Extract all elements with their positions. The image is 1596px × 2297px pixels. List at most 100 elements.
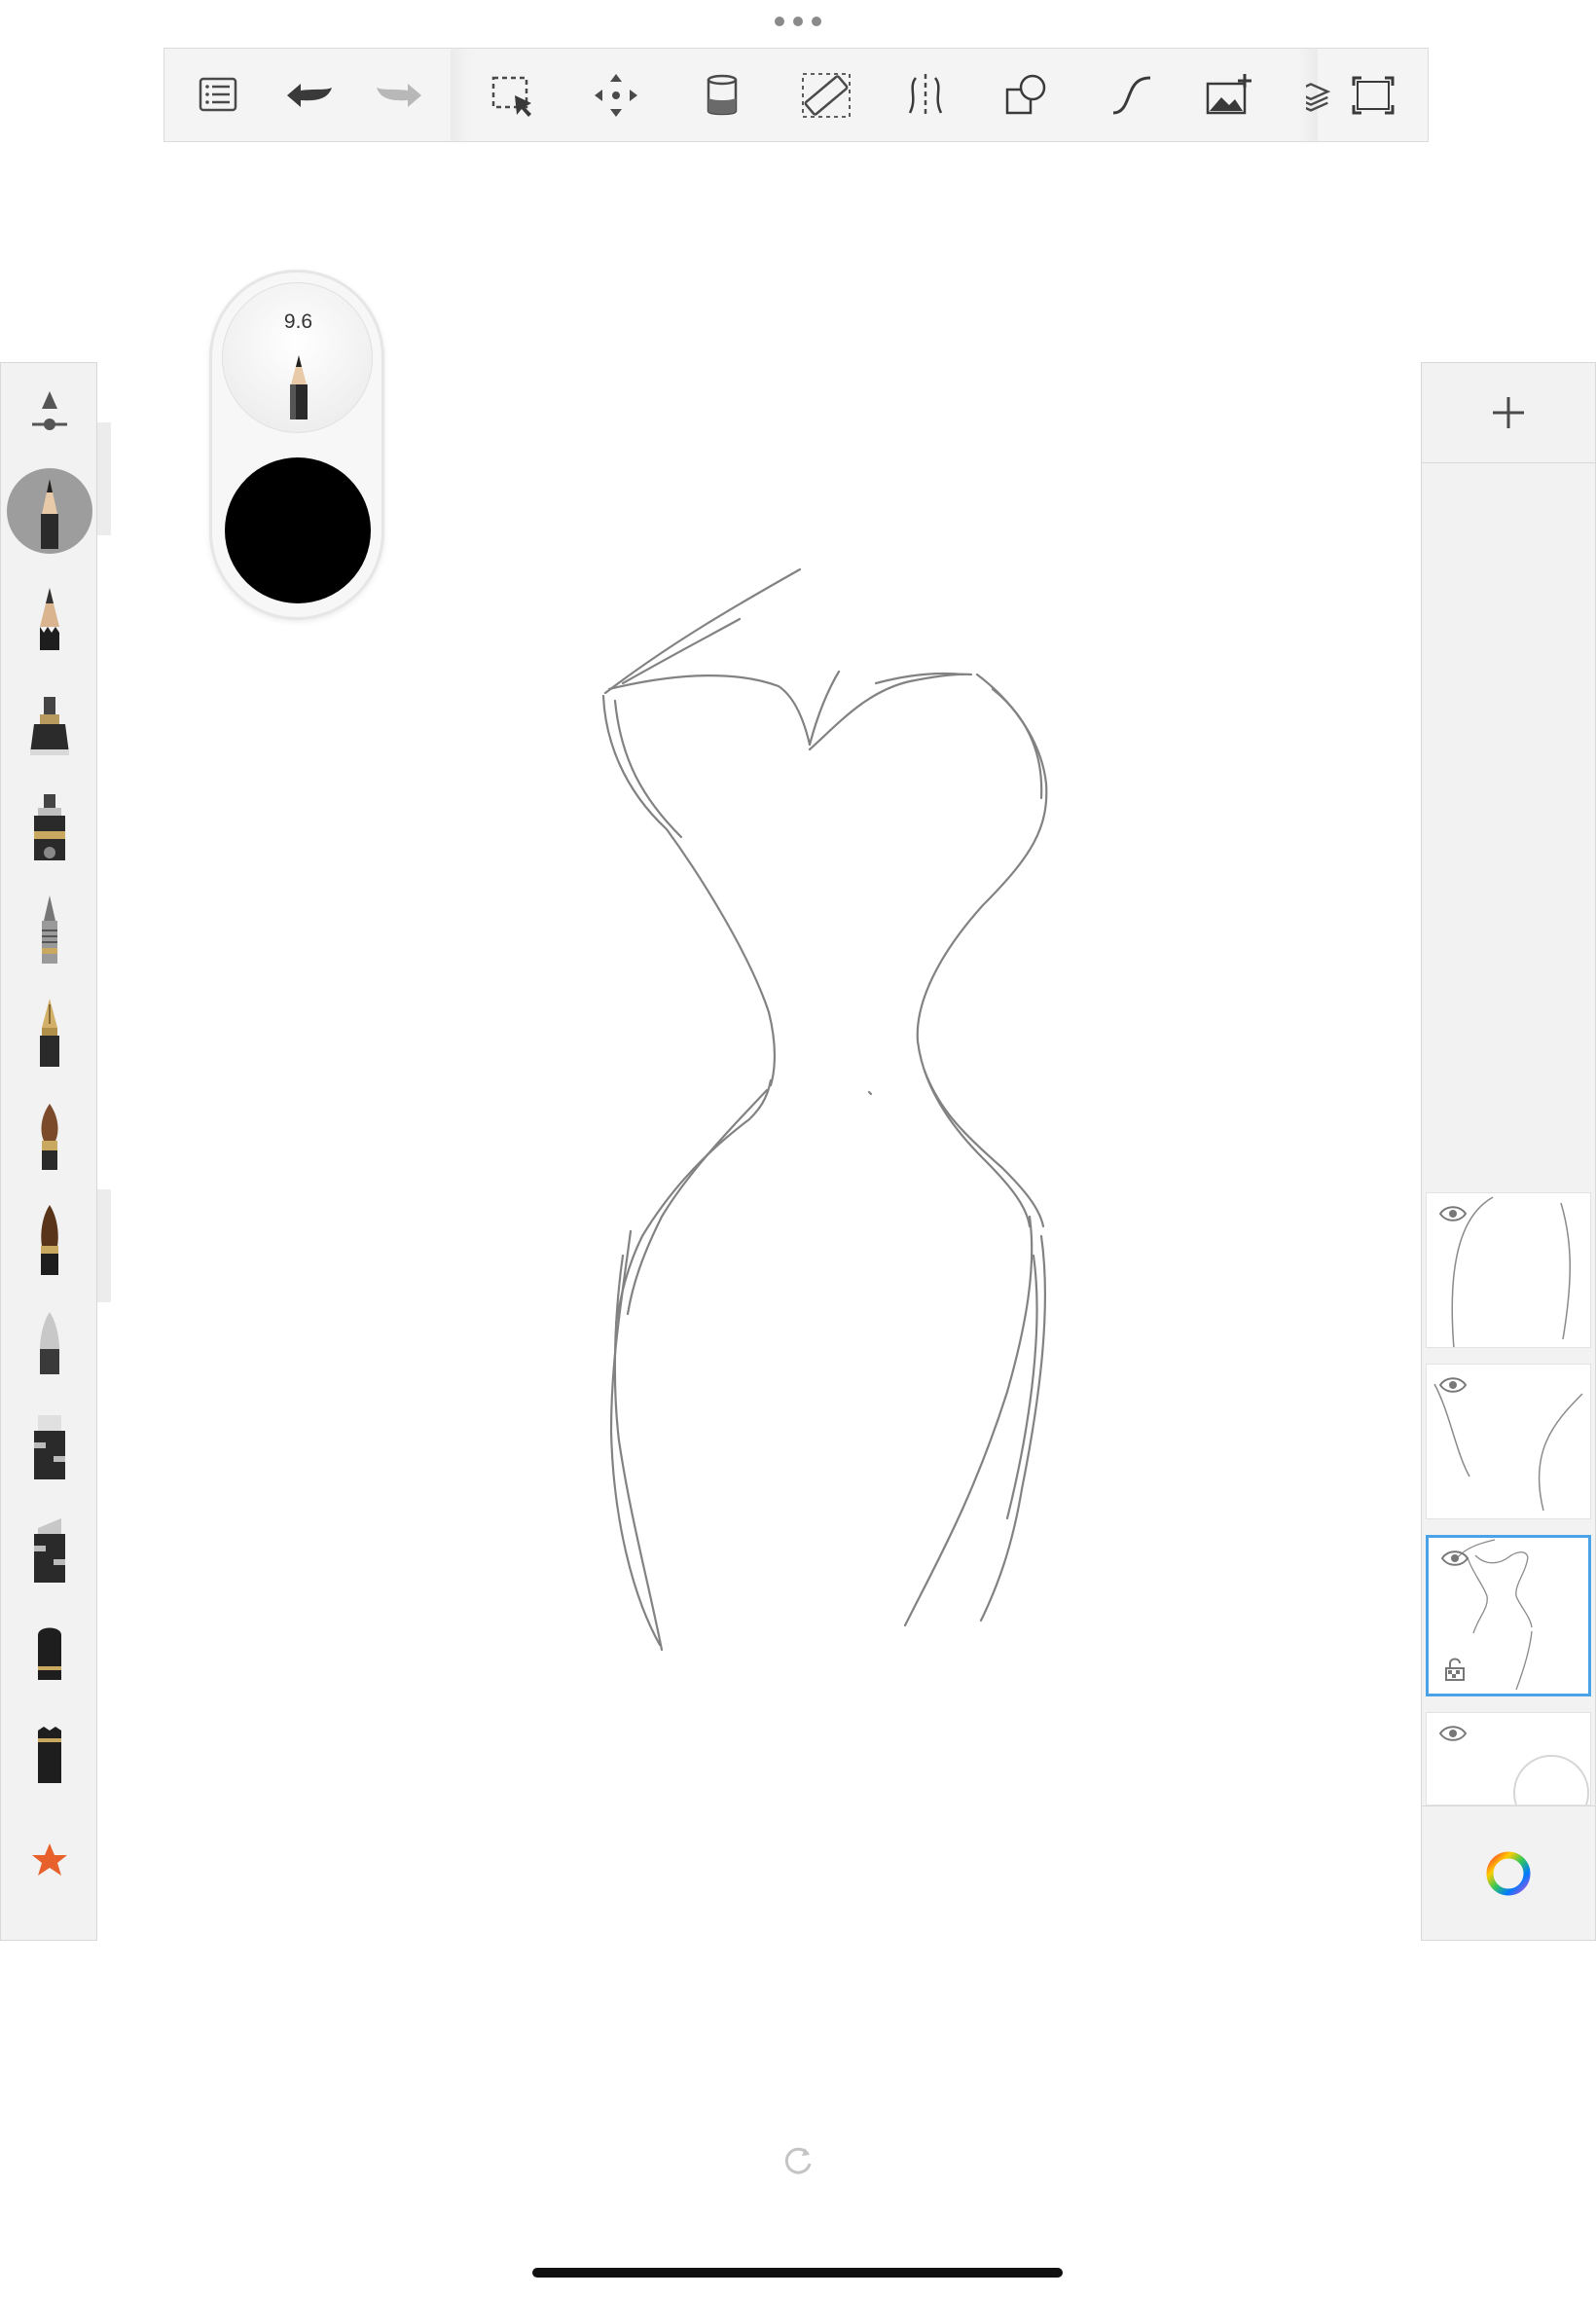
star-icon bbox=[32, 1843, 67, 1876]
lock-transparency-icon[interactable] bbox=[1444, 1657, 1466, 1682]
fill-button[interactable] bbox=[693, 66, 751, 125]
undo-button[interactable] bbox=[279, 66, 338, 125]
shapes-button[interactable] bbox=[998, 66, 1056, 125]
background-layer-thumbnail[interactable] bbox=[1426, 1712, 1591, 1805]
toolbar-overflow-item[interactable] bbox=[1306, 66, 1335, 125]
stroke-button[interactable] bbox=[1102, 66, 1160, 125]
brush-fountain-pen[interactable] bbox=[1, 982, 98, 1085]
sketch-stroke bbox=[923, 1069, 1045, 1228]
sketch-stroke bbox=[614, 1078, 773, 1326]
sketch-stroke bbox=[979, 1234, 1046, 1622]
eraser-icon bbox=[38, 1627, 61, 1680]
ruler-icon bbox=[802, 73, 851, 118]
marker-icon bbox=[30, 697, 69, 755]
brush-settings-button[interactable] bbox=[1, 363, 98, 466]
color-editor-button[interactable] bbox=[1422, 1805, 1595, 1941]
home-indicator[interactable] bbox=[532, 2268, 1063, 2278]
toolbar-separator bbox=[451, 49, 470, 141]
brush-ballpoint[interactable] bbox=[1, 879, 98, 982]
brush-chisel[interactable] bbox=[1, 1395, 98, 1498]
brush-color-puck[interactable] bbox=[225, 457, 371, 603]
brush-marker[interactable] bbox=[1, 673, 98, 776]
sketch-stroke bbox=[613, 1254, 664, 1652]
redo-arrow-icon bbox=[377, 84, 421, 107]
sketch-stroke bbox=[808, 673, 973, 751]
handle-dot bbox=[812, 17, 821, 26]
favorites-brushes-button[interactable] bbox=[1, 1807, 98, 1911]
chisel-icon bbox=[34, 1415, 65, 1479]
menu-button[interactable] bbox=[189, 66, 247, 125]
selection-icon bbox=[491, 76, 531, 117]
add-image-button[interactable] bbox=[1200, 66, 1258, 125]
toolbar-drag-handle[interactable] bbox=[775, 17, 821, 28]
sketch-stroke bbox=[916, 673, 1048, 1228]
brush-paint-brush[interactable] bbox=[1, 1085, 98, 1188]
brush-palette bbox=[0, 362, 97, 1941]
selection-button[interactable] bbox=[484, 66, 542, 125]
color-wheel-icon bbox=[1486, 1851, 1531, 1896]
sync-spinner-icon bbox=[784, 2147, 812, 2174]
brush-chisel-2[interactable] bbox=[1, 1498, 98, 1601]
brush-size-puck[interactable]: 9.6 bbox=[222, 282, 373, 433]
layer-thumbnail[interactable] bbox=[1426, 1192, 1591, 1348]
pencil-icon bbox=[40, 588, 59, 650]
pencil-icon bbox=[290, 355, 308, 419]
brush-eraser-2[interactable] bbox=[1, 1704, 98, 1807]
brush-panel-grip[interactable] bbox=[97, 1189, 111, 1302]
eraser-icon bbox=[38, 1727, 61, 1783]
list-icon bbox=[199, 77, 237, 112]
ink-pen-icon bbox=[34, 794, 65, 860]
main-toolbar bbox=[163, 48, 1429, 142]
brush-ink-pen[interactable] bbox=[1, 776, 98, 879]
sketch-stroke bbox=[1005, 1254, 1038, 1520]
sketch-stroke bbox=[607, 675, 812, 747]
brush-airbrush[interactable] bbox=[1, 1292, 98, 1395]
eye-icon[interactable] bbox=[1440, 1548, 1469, 1569]
brush-pencil-selected[interactable] bbox=[1, 460, 98, 564]
handle-dot bbox=[793, 17, 803, 26]
brush-size-value: 9.6 bbox=[283, 310, 313, 333]
layer-thumbnail-selected[interactable] bbox=[1426, 1535, 1591, 1696]
fill-bucket-icon bbox=[707, 74, 738, 116]
add-layer-button[interactable] bbox=[1422, 363, 1595, 463]
brush-preview-puck[interactable]: 9.6 bbox=[209, 270, 384, 620]
layer-editor bbox=[1421, 362, 1596, 1941]
symmetry-button[interactable] bbox=[896, 66, 955, 125]
ruler-button[interactable] bbox=[797, 66, 855, 125]
plus-icon bbox=[1493, 397, 1524, 428]
fullscreen-icon bbox=[1352, 76, 1395, 115]
sketch-stroke bbox=[601, 694, 777, 1087]
brush-pencil-2[interactable] bbox=[1, 569, 98, 673]
ballpoint-icon bbox=[42, 895, 57, 964]
layers-icon bbox=[1306, 83, 1331, 112]
eye-icon[interactable] bbox=[1438, 1203, 1468, 1224]
undo-arrow-icon bbox=[287, 84, 332, 107]
eye-icon[interactable] bbox=[1438, 1723, 1468, 1744]
fullscreen-button[interactable] bbox=[1344, 66, 1402, 125]
curve-icon bbox=[1112, 76, 1151, 115]
sketch-stroke bbox=[903, 1215, 1034, 1627]
sketch-stroke bbox=[867, 1090, 873, 1096]
brush-paint-brush-2[interactable] bbox=[1, 1188, 98, 1292]
sketch-stroke bbox=[613, 699, 683, 839]
sketch-stroke bbox=[874, 672, 965, 685]
add-image-icon bbox=[1206, 74, 1251, 115]
paint-brush-icon bbox=[41, 1205, 58, 1275]
redo-button[interactable] bbox=[371, 66, 429, 125]
transform-button[interactable] bbox=[587, 66, 645, 125]
sketch-stroke bbox=[808, 670, 841, 747]
eye-icon[interactable] bbox=[1438, 1374, 1468, 1396]
sketch-stroke bbox=[626, 1088, 769, 1316]
shapes-icon bbox=[1005, 74, 1046, 115]
fountain-pen-icon bbox=[40, 999, 59, 1067]
brush-eraser[interactable] bbox=[1, 1601, 98, 1704]
symmetry-icon bbox=[908, 74, 943, 117]
move-icon bbox=[595, 74, 637, 117]
brush-settings-icon bbox=[32, 391, 67, 430]
brush-panel-grip[interactable] bbox=[97, 422, 111, 535]
pencil-icon bbox=[41, 479, 58, 549]
airbrush-icon bbox=[40, 1312, 59, 1374]
sketch-stroke bbox=[609, 1229, 662, 1647]
layer-thumbnail[interactable] bbox=[1426, 1364, 1591, 1519]
handle-dot bbox=[775, 17, 784, 26]
